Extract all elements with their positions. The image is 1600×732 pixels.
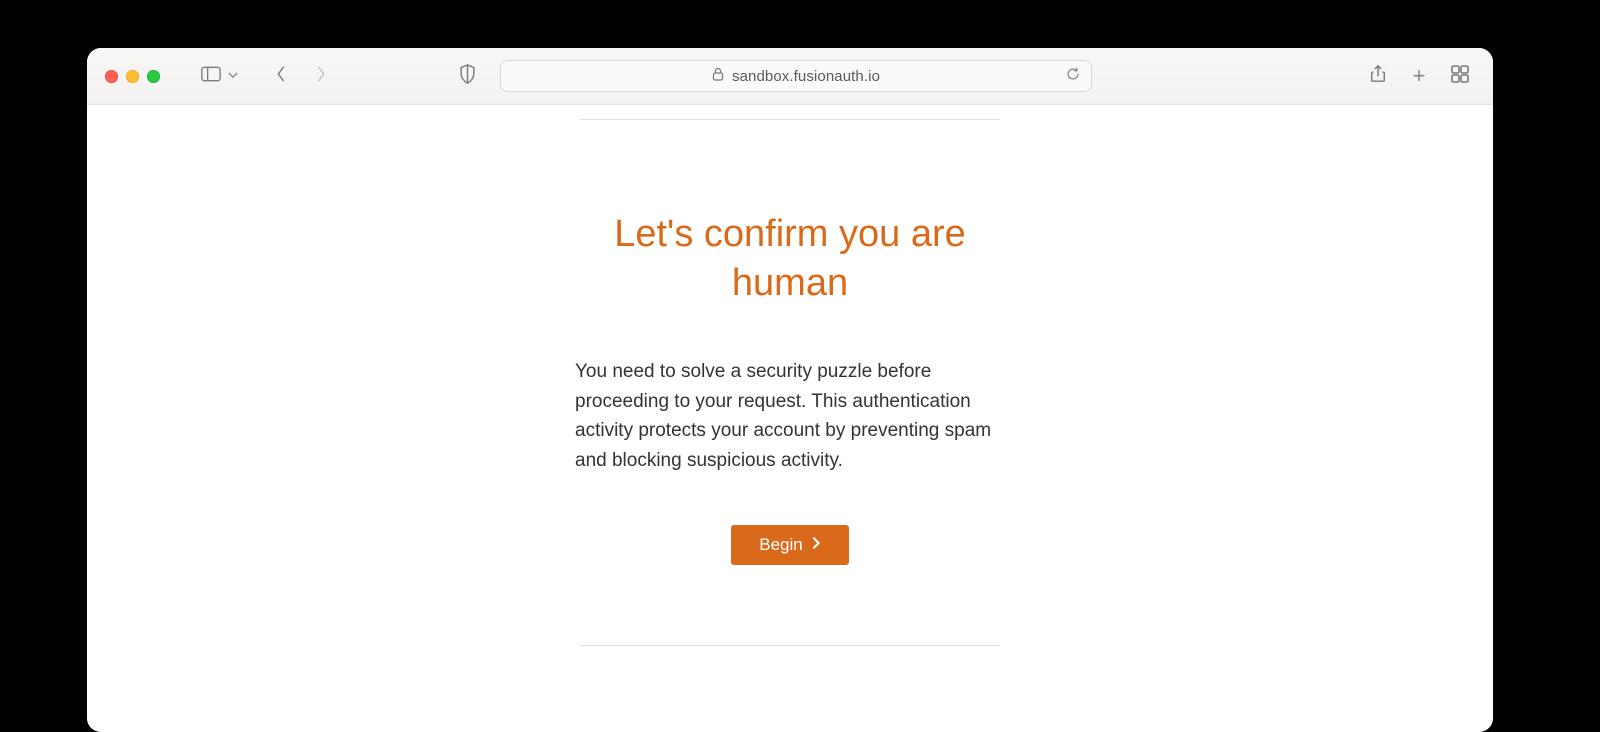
chevron-left-icon <box>272 65 290 87</box>
safari-window: sandbox.fusionauth.io + <box>87 48 1493 732</box>
begin-button-label: Begin <box>759 535 802 555</box>
plus-icon: + <box>1413 63 1426 89</box>
sidebar-toggle-button[interactable] <box>196 61 226 91</box>
window-controls <box>105 70 160 83</box>
tab-overview-icon <box>1451 65 1469 87</box>
address-bar[interactable]: sandbox.fusionauth.io <box>500 60 1092 92</box>
address-bar-url: sandbox.fusionauth.io <box>732 68 880 85</box>
toolbar-right-group: + <box>1363 61 1475 91</box>
share-icon <box>1369 65 1387 87</box>
scroll-padding <box>87 646 1493 732</box>
chevron-down-icon <box>228 71 238 82</box>
captcha-description: You need to solve a security puzzle befo… <box>575 357 1005 475</box>
page-content[interactable]: Let's confirm you are human You need to … <box>87 105 1493 732</box>
reload-button[interactable] <box>1065 66 1081 86</box>
chevron-right-icon <box>312 65 330 87</box>
window-minimize-button[interactable] <box>126 70 139 83</box>
navigation-buttons <box>266 61 336 91</box>
privacy-report-button[interactable] <box>452 61 482 91</box>
window-fullscreen-button[interactable] <box>147 70 160 83</box>
address-bar-content: sandbox.fusionauth.io <box>501 67 1091 85</box>
captcha-title: Let's confirm you are human <box>575 210 1005 307</box>
begin-button[interactable]: Begin <box>731 525 848 565</box>
captcha-actions: Begin <box>575 525 1005 565</box>
forward-button[interactable] <box>306 61 336 91</box>
share-button[interactable] <box>1363 61 1393 91</box>
window-close-button[interactable] <box>105 70 118 83</box>
chevron-right-icon <box>811 535 821 555</box>
sidebar-button-group <box>196 61 238 91</box>
reload-icon <box>1065 66 1081 86</box>
shield-icon <box>459 64 476 88</box>
new-tab-button[interactable]: + <box>1407 64 1431 88</box>
tabgroup-dropdown-button[interactable] <box>228 71 238 82</box>
sidebar-icon <box>201 66 221 86</box>
content-top-divider <box>580 119 1000 120</box>
back-button[interactable] <box>266 61 296 91</box>
tab-overview-button[interactable] <box>1445 61 1475 91</box>
lock-icon <box>712 67 724 85</box>
browser-toolbar: sandbox.fusionauth.io + <box>87 48 1493 105</box>
captcha-panel: Let's confirm you are human You need to … <box>575 210 1005 565</box>
